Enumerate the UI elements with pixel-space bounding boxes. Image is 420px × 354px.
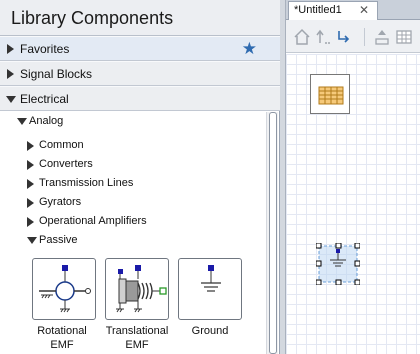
category-signal-blocks[interactable]: Signal Blocks: [0, 61, 280, 86]
close-icon[interactable]: ✕: [359, 3, 369, 17]
tab-label: *Untitled1: [294, 4, 342, 16]
rotational-emf-icon: [39, 265, 91, 313]
library-title: Library Components: [0, 0, 280, 36]
expand-arrow-icon[interactable]: [7, 69, 14, 79]
block-label-line: Ground: [191, 325, 229, 337]
editor-toolbar: [286, 20, 420, 53]
block-rotational-emf[interactable]: [32, 258, 96, 320]
tree-node-label: Operational Amplifiers: [39, 215, 147, 227]
expand-arrow-icon[interactable]: [27, 160, 34, 170]
editor-panel: *Untitled1 ✕: [286, 0, 420, 354]
tree-node-label: Passive: [39, 234, 78, 246]
tree-node-label: Transmission Lines: [39, 177, 134, 189]
collapse-arrow-icon[interactable]: [27, 237, 37, 244]
block-translational-emf[interactable]: [105, 258, 169, 320]
collapse-arrow-icon[interactable]: [6, 96, 16, 103]
expand-arrow-icon[interactable]: [27, 179, 34, 189]
tree-node-label: Gyrators: [39, 196, 82, 208]
category-favorites[interactable]: Favorites ★: [0, 36, 280, 61]
library-scrollbar[interactable]: [266, 112, 278, 354]
expand-arrow-icon[interactable]: [27, 198, 34, 208]
category-label: Electrical: [20, 92, 69, 106]
block-label-line: EMF: [125, 339, 149, 351]
grid-icon[interactable]: [394, 27, 414, 47]
step-up-icon[interactable]: [314, 27, 334, 47]
block-label-ground: Ground: [162, 324, 258, 338]
block-ground[interactable]: [178, 258, 242, 320]
home-icon[interactable]: [292, 27, 312, 47]
expand-arrow-icon[interactable]: [27, 141, 34, 151]
collapse-arrow-icon[interactable]: [17, 118, 27, 125]
category-label: Signal Blocks: [20, 67, 93, 81]
expand-arrow-icon[interactable]: [7, 44, 14, 54]
ground-block-selected[interactable]: [316, 243, 360, 285]
library-panel: Library Components Favorites ★ Signal Bl…: [0, 0, 280, 354]
tree-node-label: Converters: [39, 158, 93, 170]
step-into-icon[interactable]: [334, 27, 354, 47]
tree-node-label: Common: [39, 139, 84, 151]
tab-strip: *Untitled1 ✕: [286, 0, 420, 20]
toolbar-separator: [364, 28, 365, 46]
table-icon: [318, 86, 344, 105]
tree-node-label: Analog: [29, 115, 64, 127]
diagram-canvas[interactable]: [286, 54, 420, 354]
upload-icon[interactable]: [372, 27, 392, 47]
translational-emf-icon: [116, 265, 167, 313]
expand-arrow-icon[interactable]: [27, 217, 34, 227]
tab-untitled1[interactable]: *Untitled1 ✕: [288, 1, 378, 20]
ground-icon: [201, 265, 221, 292]
category-label: Favorites: [20, 42, 70, 56]
scrollbar-thumb[interactable]: [269, 112, 277, 354]
category-electrical[interactable]: Electrical: [0, 86, 280, 111]
table-block[interactable]: [310, 74, 350, 114]
star-icon[interactable]: ★: [242, 39, 257, 59]
